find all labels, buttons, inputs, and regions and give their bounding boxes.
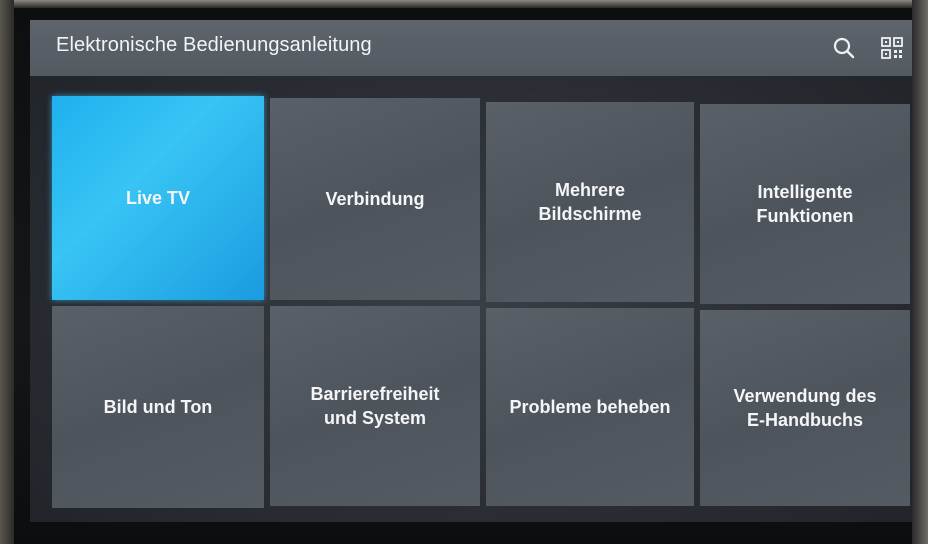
- tile-label: Barrierefreiheit und System: [310, 384, 440, 428]
- tile-bild-und-ton[interactable]: Bild und Ton: [52, 306, 264, 508]
- tile-label: Live TV: [125, 188, 191, 208]
- tile-label: Verwendung des E-Handbuchs: [733, 386, 877, 430]
- tile-live-tv[interactable]: Live TV: [52, 96, 264, 300]
- tile-label: Bild und Ton: [103, 397, 213, 417]
- tile-probleme-beheben[interactable]: Probleme beheben: [486, 308, 694, 506]
- tile-verwendung-des-e-handbuchs[interactable]: Verwendung des E-Handbuchs: [700, 310, 910, 506]
- tv-screen: Elektronische Bedienungsanleitung Live T…: [30, 20, 912, 522]
- search-icon[interactable]: [830, 34, 858, 62]
- page-title: Elektronische Bedienungsanleitung: [56, 34, 372, 56]
- background-wall: [0, 0, 928, 8]
- tile-label: Mehrere Bildschirme: [538, 180, 642, 224]
- tile-mehrere-bildschirme[interactable]: Mehrere Bildschirme: [486, 102, 694, 302]
- tile-barrierefreiheit-und-system[interactable]: Barrierefreiheit und System: [270, 306, 480, 506]
- background-wall-left: [0, 0, 14, 544]
- tile-label: Probleme beheben: [509, 397, 671, 417]
- manual-header: Elektronische Bedienungsanleitung: [30, 20, 912, 76]
- tile-verbindung[interactable]: Verbindung: [270, 98, 480, 300]
- tile-label: Verbindung: [325, 189, 425, 209]
- tile-label: Intelligente Funktionen: [756, 182, 854, 226]
- background-wall-right: [912, 0, 928, 544]
- tile-intelligente-funktionen[interactable]: Intelligente Funktionen: [700, 104, 910, 304]
- qr-code-icon[interactable]: [878, 34, 906, 62]
